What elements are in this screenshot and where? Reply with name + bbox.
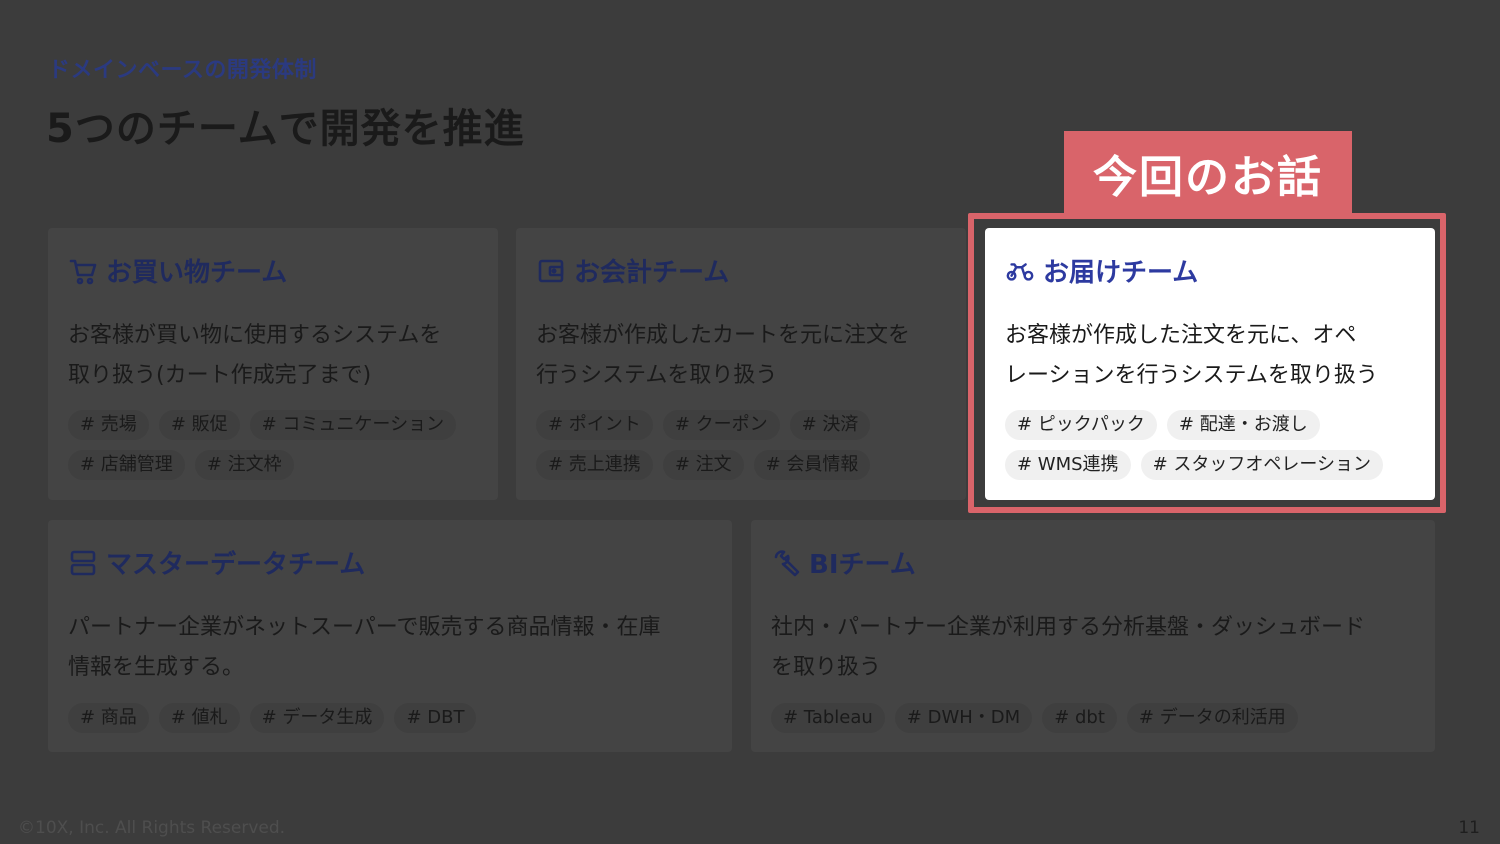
tag: # 会員情報: [753, 450, 871, 480]
team-name: マスターデータチーム: [106, 550, 366, 580]
tag: # 店舗管理: [68, 450, 185, 480]
tag: # dbt: [1042, 703, 1117, 733]
wallet-icon: [536, 256, 566, 286]
team-card-title: マスターデータチーム: [68, 544, 365, 581]
description-line: お客様が作成したカートを元に注文を: [536, 323, 911, 348]
tag-list: # ポイント # クーポン # 決済 # 売上連携 # 注文 # 会員情報: [536, 410, 956, 480]
team-description: 社内・パートナー企業が利用する分析基盤・ダッシュボード を取り扱う: [771, 608, 1419, 688]
page-number: 11: [1458, 818, 1480, 838]
description-line: 情報を生成する。: [68, 655, 245, 680]
team-description: お客様が作成したカートを元に注文を 行うシステムを取り扱う: [536, 316, 950, 396]
slide: ドメインベースの開発体制 5つのチームで開発を推進 お買い物チーム お客様が買い…: [0, 0, 1500, 844]
tag: # DBT: [394, 703, 477, 733]
team-name: お買い物チーム: [106, 258, 288, 288]
page-title: 5つのチームで開発を推進: [46, 106, 525, 152]
callout-badge: 今回のお話: [1064, 131, 1352, 215]
tag: # データの利活用: [1126, 703, 1298, 733]
team-card-title: お買い物チーム: [68, 252, 287, 289]
description-line: を取り扱う: [771, 655, 882, 680]
description-line: お客様が買い物に使用するシステムを: [68, 323, 442, 348]
description-line: 取り扱う(カート作成完了まで): [68, 363, 372, 388]
highlight-frame: [968, 213, 1446, 513]
team-card-checkout: お会計チーム お客様が作成したカートを元に注文を 行うシステムを取り扱う # ポ…: [516, 228, 966, 500]
tag-list: # 売場 # 販促 # コミュニケーション # 店舗管理 # 注文枠: [68, 410, 488, 480]
team-name: お会計チーム: [574, 258, 730, 288]
team-description: パートナー企業がネットスーパーで販売する商品情報・在庫 情報を生成する。: [68, 608, 716, 688]
team-card-title: BIチーム: [771, 544, 916, 581]
team-card-bi: BIチーム 社内・パートナー企業が利用する分析基盤・ダッシュボード を取り扱う …: [751, 520, 1435, 752]
team-description: お客様が買い物に使用するシステムを 取り扱う(カート作成完了まで): [68, 316, 482, 396]
cart-icon: [68, 256, 98, 286]
tag: # 売上連携: [536, 450, 653, 480]
tag: # 注文枠: [194, 450, 294, 480]
description-line: 行うシステムを取り扱う: [536, 363, 778, 388]
tag: # Tableau: [771, 703, 885, 733]
tag: # コミュニケーション: [249, 410, 457, 440]
section-eyebrow: ドメインベースの開発体制: [48, 58, 317, 83]
tag: # ポイント: [536, 410, 653, 440]
tag: # 値札: [158, 703, 240, 733]
tag-list: # 商品 # 値札 # データ生成 # DBT: [68, 703, 722, 733]
tag: # 注文: [662, 450, 744, 480]
tag: # 商品: [68, 703, 149, 733]
tag: # 販促: [158, 410, 240, 440]
team-card-master-data: マスターデータチーム パートナー企業がネットスーパーで販売する商品情報・在庫 情…: [48, 520, 732, 752]
team-card-shopping: お買い物チーム お客様が買い物に使用するシステムを 取り扱う(カート作成完了まで…: [48, 228, 498, 500]
description-line: パートナー企業がネットスーパーで販売する商品情報・在庫: [68, 615, 661, 640]
database-icon: [68, 548, 98, 578]
tag: # 売場: [68, 410, 149, 440]
tag: # クーポン: [662, 410, 780, 440]
wrench-icon: [771, 548, 801, 578]
team-card-title: お会計チーム: [536, 252, 729, 289]
tag-list: # Tableau # DWH・DM # dbt # データの利活用: [771, 703, 1425, 733]
tag: # データ生成: [249, 703, 385, 733]
tag: # 決済: [789, 410, 871, 440]
team-name: BIチーム: [809, 550, 916, 580]
description-line: 社内・パートナー企業が利用する分析基盤・ダッシュボード: [771, 615, 1366, 640]
copyright: ©10X, Inc. All Rights Reserved.: [18, 818, 286, 838]
tag: # DWH・DM: [894, 703, 1033, 733]
